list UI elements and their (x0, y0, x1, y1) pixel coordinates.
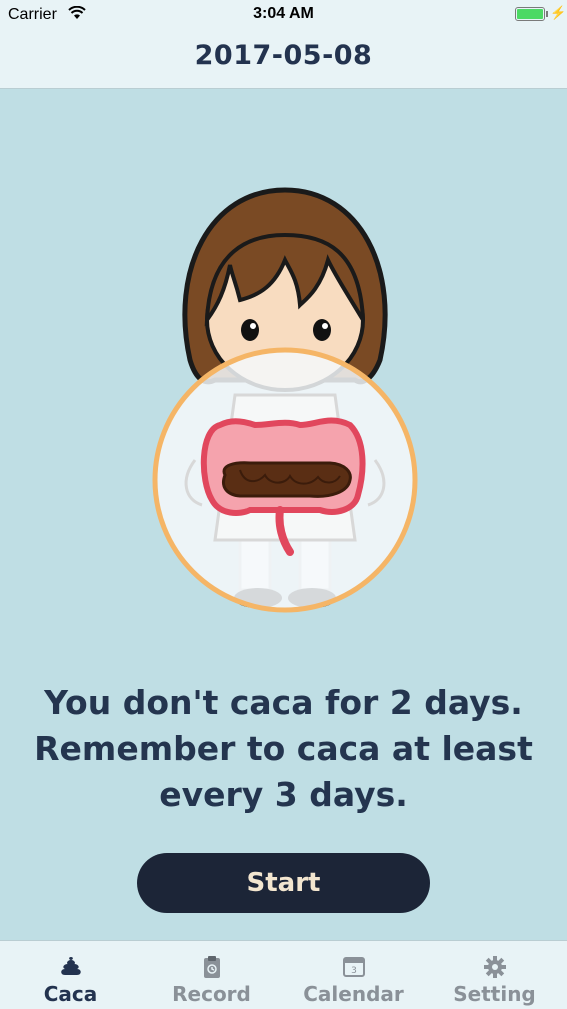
nav-bar: 2017-05-08 (0, 30, 567, 89)
start-button[interactable]: Start (137, 853, 430, 913)
gear-icon (483, 955, 507, 983)
girl-intestine-illustration (140, 180, 430, 620)
reminder-message: You don't caca for 2 days. Remember to c… (20, 680, 547, 818)
poop-icon (59, 955, 83, 981)
svg-text:3: 3 (351, 966, 357, 976)
battery-icon (515, 7, 545, 21)
message-line-3: every 3 days. (159, 775, 408, 814)
tab-setting[interactable]: Setting (424, 941, 565, 1009)
charging-bolt-icon: ⚡ (550, 5, 567, 20)
message-line-2: Remember to caca at least (34, 729, 533, 768)
tab-caca[interactable]: Caca (0, 941, 141, 1009)
tab-record[interactable]: Record (141, 941, 282, 1009)
status-bar: Carrier 3:04 AM ⚡ (0, 0, 567, 30)
tab-label: Setting (453, 982, 536, 1006)
tab-label: Caca (43, 982, 98, 1006)
tab-label: Calendar (303, 982, 404, 1006)
tab-label: Record (172, 982, 251, 1006)
calendar-icon: 3 (342, 955, 365, 981)
tab-bar: Caca Record 3 Calendar Setting (0, 940, 567, 1009)
clock: 3:04 AM (253, 5, 314, 22)
clipboard-icon (202, 955, 222, 983)
tab-calendar[interactable]: 3 Calendar (283, 941, 424, 1009)
message-line-1: You don't caca for 2 days. (44, 683, 523, 722)
page-title: 2017-05-08 (194, 40, 373, 71)
battery-tip (546, 11, 548, 17)
